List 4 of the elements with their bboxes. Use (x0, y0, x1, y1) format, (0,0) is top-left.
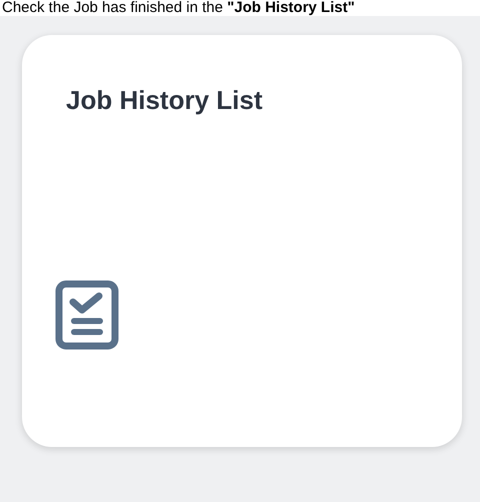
caption-text: Check the Job has finished in the "Job History List" (1, 0, 356, 16)
card-title: Job History List (66, 85, 262, 116)
checklist-icon (55, 280, 119, 350)
job-history-card[interactable]: Job History List (22, 35, 462, 447)
